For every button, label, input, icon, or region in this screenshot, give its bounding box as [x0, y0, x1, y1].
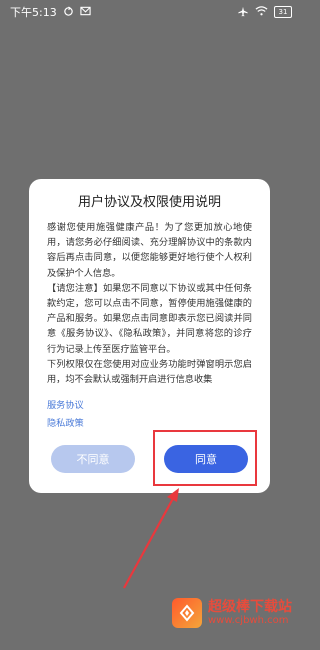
watermark-logo-icon: [172, 598, 202, 628]
watermark-url: www.cjbwh.com: [208, 615, 289, 626]
watermark-text: 超级棒下载站 www.cjbwh.com: [208, 599, 292, 627]
watermark: 超级棒下载站 www.cjbwh.com: [172, 598, 292, 628]
watermark-title: 超级棒下载站: [208, 599, 292, 615]
annotation-arrow-icon: [123, 488, 179, 589]
